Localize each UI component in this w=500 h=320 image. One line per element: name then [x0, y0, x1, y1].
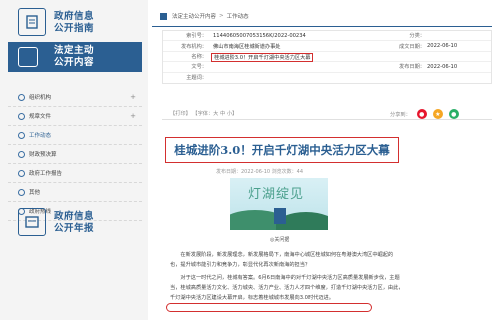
sidebar-item-label: 其他: [29, 190, 41, 196]
sidebar-menu: 组织机构 + 规章文件 + 工作动态 财政预决算 政府工作报告 其他 政府热线: [8, 88, 142, 221]
image-building: [274, 208, 286, 224]
paragraph-line: 当，桂城高质量活力文化、活力城央、活力产业、活力人才四个维度，打造千灯湖中央活力…: [170, 285, 404, 291]
font-size-control[interactable]: 【字体：大 中 小】: [192, 111, 237, 117]
meta-row-org: 发布机构： 佛山市南海区桂城街道办事处 成文日期： 2022-06-10: [163, 41, 491, 52]
created-label: 成文日期：: [399, 43, 425, 50]
active-disclosure-label: 法定主动 公开内容: [54, 45, 95, 68]
org-label: 发布机构：: [181, 43, 207, 50]
breadcrumb-current[interactable]: 工作动态: [227, 12, 249, 20]
header-rule: [152, 26, 492, 27]
paragraph-line: 千灯湖中央活力区建设大幕开启，标志着桂城城市发展向3.0时代迈进。: [170, 295, 334, 301]
article-pubinfo: 发布日期：2022-06-10 浏览次数：44: [216, 169, 304, 175]
annual-report-link[interactable]: 政府信息 公开年报: [18, 208, 144, 238]
sidebar-item-work-report[interactable]: 政府工作报告: [8, 164, 142, 183]
created-value: 2022-06-10: [427, 43, 458, 50]
meta-row-name: 名称： 桂城进阶3.0！开启千灯湖中央活力区大幕: [163, 52, 491, 63]
article-toolbar: 【打印】 【字体：大 中 小】 分享到： ● ★ ●: [162, 104, 492, 120]
sidebar-item-regulations[interactable]: 规章文件 +: [8, 107, 142, 126]
paragraph-line: 对于这一时代之问，桂城有答案。6月6日南海中的对千灯湖中央活力区高质量发展新步伐…: [170, 275, 400, 281]
category-label: 分类：: [409, 33, 425, 40]
main-content: 法定主动公开内容 > 工作动态 索引号： 11440605007053156K/…: [152, 0, 500, 320]
plus-icon[interactable]: +: [130, 112, 136, 120]
sidebar: 政府信息 公开指南 法定主动 公开内容 组织机构 + 规章文件 + 工作动态 财…: [0, 0, 148, 320]
image-calligraphy: 灯湖绽见: [248, 187, 305, 202]
index-label: 索引号：: [186, 33, 207, 40]
name-highlight: 桂城进阶3.0！开启千灯湖中央活力区大幕: [211, 52, 314, 62]
wechat-icon[interactable]: ●: [448, 109, 459, 119]
sidebar-item-work-news[interactable]: 工作动态: [8, 126, 142, 145]
sidebar-item-label: 财政预决算: [29, 152, 57, 158]
bullet-icon: [18, 169, 25, 177]
report-icon: [18, 208, 46, 236]
published-label: 发布日期：: [399, 64, 425, 71]
metadata-table: 索引号： 11440605007053156K/2022-00234 分类： 发…: [162, 30, 492, 84]
meta-row-index: 索引号： 11440605007053156K/2022-00234 分类：: [163, 31, 491, 42]
bullet-icon: [18, 150, 25, 158]
info-guide-label: 政府信息 公开指南: [54, 11, 95, 34]
image-caption: ◎关问据: [270, 237, 290, 243]
sidebar-item-other[interactable]: 其他: [8, 183, 142, 202]
org-value: 佛山市南海区桂城街道办事处: [213, 43, 281, 50]
published-value: 2022-06-10: [427, 63, 458, 70]
meta-row-keywords: 主题词：: [163, 73, 491, 83]
list-icon: [18, 47, 38, 67]
bullet-icon: [18, 188, 25, 196]
name-label: 名称：: [191, 53, 207, 60]
info-guide-link[interactable]: 政府信息 公开指南: [18, 8, 144, 38]
document-icon: [18, 8, 46, 36]
sidebar-item-label: 工作动态: [29, 133, 52, 139]
bullet-icon: [18, 131, 25, 139]
article-image: 灯湖绽见: [230, 178, 328, 230]
print-link[interactable]: 【打印】: [170, 111, 191, 117]
breadcrumb-parent[interactable]: 法定主动公开内容: [172, 12, 216, 20]
sidebar-item-label: 政府工作报告: [29, 171, 63, 177]
share-label: 分享到：: [390, 111, 411, 118]
breadcrumb-separator: >: [219, 13, 224, 19]
sidebar-item-label: 组织机构: [29, 95, 52, 101]
article-title-highlight: 桂城进阶3.0！开启千灯湖中央活力区大幕: [165, 137, 399, 163]
article-paragraph: 在新发展阶段，新发展理念，新发展格局下，南海中心城区桂城如何在粤港澳大湾区中崛起…: [170, 250, 486, 270]
paragraph-highlight: [166, 303, 372, 312]
qzone-icon[interactable]: ★: [432, 109, 443, 119]
bullet-icon: [18, 112, 25, 120]
plus-icon[interactable]: +: [130, 93, 136, 101]
bullet-icon: [18, 93, 25, 101]
sidebar-item-budget[interactable]: 财政预决算: [8, 145, 142, 164]
meta-row-docno: 文号： 发布日期： 2022-06-10: [163, 62, 491, 73]
home-icon[interactable]: [160, 12, 167, 20]
keywords-label: 主题词：: [186, 75, 207, 82]
index-value: 11440605007053156K/2022-00234: [213, 32, 306, 39]
breadcrumb: 法定主动公开内容 > 工作动态: [160, 12, 249, 20]
docno-label: 文号：: [191, 64, 207, 71]
article-paragraph: 对于这一时代之问，桂城有答案。6月6日南海中的对千灯湖中央活力区高质量发展新步伐…: [170, 273, 486, 303]
paragraph-line: 也，提升城市能引力和竞争力，彰显代化再次新南海的担当？: [170, 262, 311, 268]
annual-report-label: 政府信息 公开年报: [54, 211, 95, 234]
sidebar-item-label: 规章文件: [29, 114, 52, 120]
share-bar: 分享到： ● ★ ●: [390, 109, 459, 119]
weibo-icon[interactable]: ●: [416, 109, 427, 119]
paragraph-line: 在新发展阶段，新发展理念，新发展格局下，南海中心城区桂城如何在粤港澳大湾区中崛起…: [170, 252, 394, 258]
toolbar-left: 【打印】 【字体：大 中 小】: [170, 110, 237, 117]
name-value: 桂城进阶3.0！开启千灯湖中央活力区大幕: [214, 54, 311, 61]
sidebar-item-organization[interactable]: 组织机构 +: [8, 88, 142, 107]
active-disclosure-banner[interactable]: 法定主动 公开内容: [8, 42, 142, 72]
article-title: 桂城进阶3.0！开启千灯湖中央活力区大幕: [174, 143, 390, 157]
